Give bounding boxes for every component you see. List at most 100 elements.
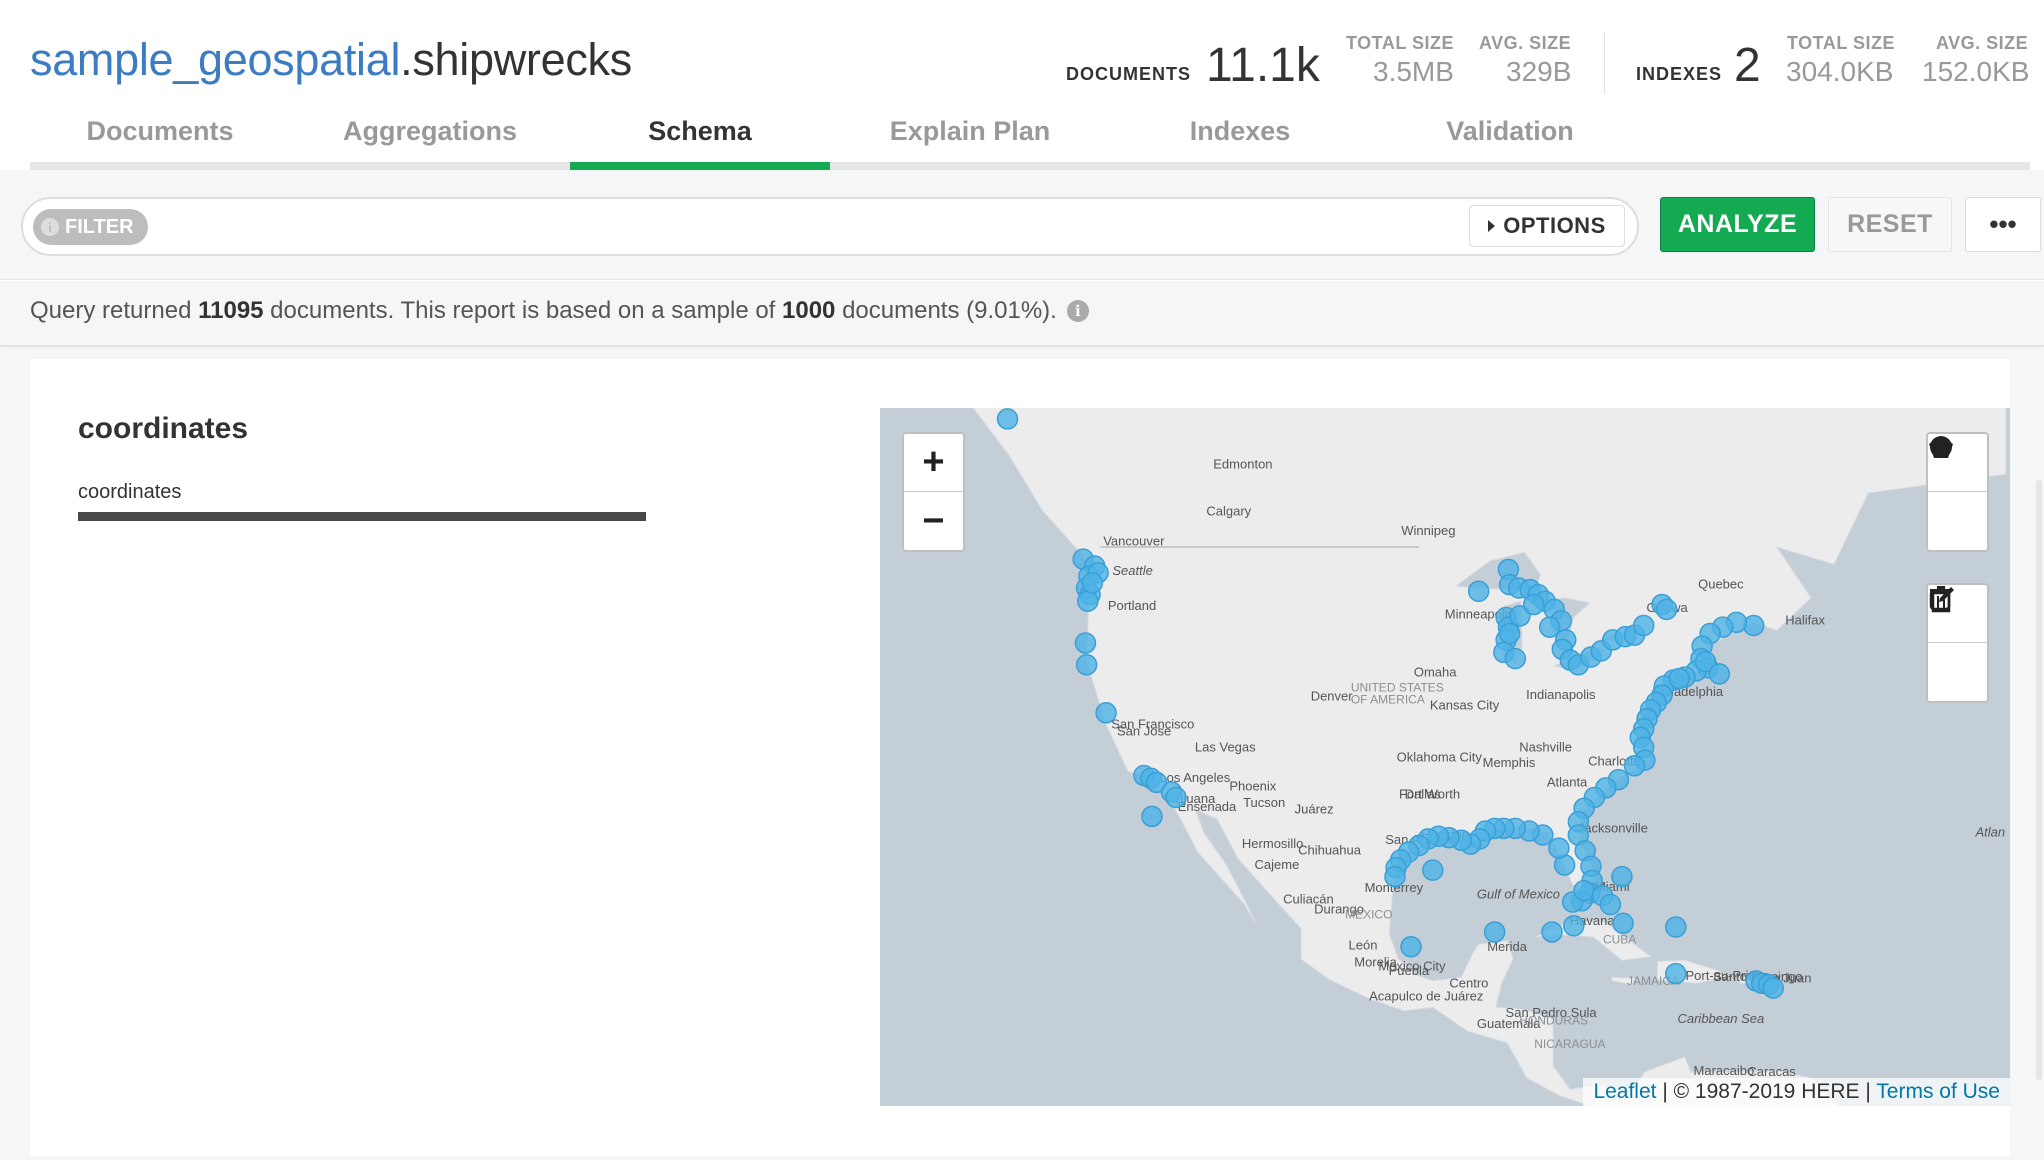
- map-place-label: Kansas City: [1430, 697, 1500, 712]
- leaflet-link[interactable]: Leaflet: [1593, 1080, 1656, 1103]
- scrollbar[interactable]: [2036, 480, 2042, 1080]
- shipwreck-marker: [1522, 593, 1545, 616]
- shipwreck-marker: [1141, 805, 1163, 828]
- reset-button[interactable]: RESET: [1828, 197, 1952, 252]
- map-place-label: NICARAGUA: [1534, 1037, 1605, 1051]
- shipwreck-marker: [1611, 865, 1633, 888]
- sample-count: 1000: [782, 297, 836, 324]
- indexes-label: INDEXES: [1636, 64, 1723, 84]
- shipwreck-marker: [1665, 916, 1687, 938]
- query-info-text: Query returned 11095 documents. This rep…: [30, 297, 1089, 325]
- indexes-total-size-label: TOTAL SIZE: [1787, 33, 1896, 53]
- shipwreck-marker: [1081, 572, 1104, 594]
- zoom-out-button[interactable]: −: [904, 492, 963, 550]
- map-place-label: Indianapolis: [1526, 687, 1596, 702]
- documents-avg-size-label: AVG. SIZE: [1479, 33, 1572, 53]
- shipwreck-marker: [1612, 912, 1634, 935]
- map-place-label: Quebec: [1698, 577, 1744, 592]
- options-label: OPTIONS: [1503, 213, 1606, 238]
- stats-divider: [1604, 32, 1605, 94]
- map-place-label: HONDURAS: [1519, 1013, 1588, 1027]
- map-canvas[interactable]: Edmonton Calgary Winnipeg Vancouver Seattle P…: [880, 408, 2010, 1106]
- field-type-bar[interactable]: [78, 512, 646, 521]
- edit-toolbar: [1926, 583, 1989, 703]
- collection-name: .shipwrecks: [400, 34, 632, 85]
- map-place-label: MEXICO: [1345, 908, 1392, 922]
- map-place-label: Chihuahua: [1298, 843, 1362, 858]
- map-attribution: Leaflet | © 1987-2019 HERE | Terms of Us…: [1583, 1078, 2010, 1106]
- map-place-label: Atlanta: [1547, 774, 1588, 789]
- more-options-button[interactable]: •••: [1965, 197, 2041, 252]
- tab-explain-plan[interactable]: Explain Plan: [840, 116, 1100, 147]
- map-place-label: Nashville: [1519, 739, 1572, 754]
- tab-validation[interactable]: Validation: [1380, 116, 1640, 147]
- shipwreck-marker: [1541, 921, 1563, 943]
- map-place-label: Seattle: [1112, 563, 1152, 578]
- info-icon[interactable]: i: [1066, 300, 1089, 322]
- zoom-in-button[interactable]: +: [904, 434, 963, 492]
- shipwreck-marker: [1075, 654, 1098, 676]
- shipwreck-marker: [1095, 702, 1117, 724]
- shipwreck-marker: [1483, 921, 1506, 943]
- active-tab-indicator: [570, 162, 830, 170]
- zoom-control: + −: [902, 432, 965, 552]
- documents-total-size-label: TOTAL SIZE: [1346, 33, 1455, 53]
- indexes-avg-size-label: AVG. SIZE: [1936, 33, 2029, 53]
- filter-label-pill: i FILTER: [33, 209, 148, 245]
- shipwreck-marker: [1665, 962, 1687, 985]
- map-place-label: León: [1349, 938, 1378, 953]
- database-name[interactable]: sample_geospatial: [30, 34, 400, 85]
- tab-documents[interactable]: Documents: [30, 116, 290, 147]
- delete-layers-button[interactable]: [1928, 586, 1987, 701]
- map-place-label: Puebla: [1389, 963, 1430, 978]
- shipwreck-marker: [1504, 647, 1527, 670]
- query-prefix: Query returned: [30, 297, 199, 324]
- shipwreck-marker: [1467, 580, 1490, 603]
- indexes-total-size: 304.0KB: [1786, 56, 1894, 87]
- shipwreck-marker: [1708, 663, 1731, 685]
- draw-circle-button[interactable]: [1928, 436, 1987, 550]
- shipwreck-marker: [1400, 936, 1422, 958]
- map-place-label: Phoenix: [1229, 779, 1276, 794]
- query-suffix: documents (9.01%).: [835, 297, 1057, 324]
- returned-count: 11095: [198, 297, 264, 324]
- shipwreck-marker: [1074, 632, 1097, 654]
- indexes-count: 2: [1734, 39, 1761, 92]
- map-place-label: Denver: [1311, 689, 1354, 704]
- tab-bar: [30, 162, 2030, 170]
- draw-toolbar: [1926, 432, 1989, 552]
- tab-schema[interactable]: Schema: [570, 116, 830, 147]
- options-button[interactable]: OPTIONS: [1469, 205, 1625, 247]
- filter-input[interactable]: [21, 197, 1639, 256]
- info-icon: i: [41, 218, 59, 236]
- map-place-label: Atlan: [1975, 824, 2006, 839]
- terms-of-use-link[interactable]: Terms of Use: [1876, 1080, 2000, 1103]
- shipwreck-marker: [996, 408, 1019, 430]
- analyze-button[interactable]: ANALYZE: [1660, 197, 1815, 252]
- shipwreck-marker: [1165, 786, 1187, 809]
- map-place-label: Acapulco de Juárez: [1369, 988, 1483, 1003]
- shipwreck-marker: [1548, 837, 1570, 859]
- map-place-label: Calgary: [1206, 503, 1251, 518]
- map-place-label: OF AMERICA: [1351, 693, 1425, 707]
- shipwreck-marker: [1563, 915, 1585, 937]
- shipwreck-marker: [1573, 879, 1595, 902]
- field-type-label: coordinates: [78, 481, 182, 503]
- map-place-label: Edmonton: [1213, 457, 1272, 472]
- map-place-label: Vancouver: [1103, 534, 1165, 549]
- shipwreck-marker: [1077, 590, 1099, 612]
- map-place-label: Las Vegas: [1195, 739, 1256, 754]
- filter-label: FILTER: [65, 215, 134, 238]
- documents-label: DOCUMENTS: [1066, 64, 1191, 84]
- tab-aggregations[interactable]: Aggregations: [300, 116, 560, 147]
- shipwreck-marker: [1762, 977, 1784, 999]
- collection-title: sample_geospatial.shipwrecks: [30, 34, 632, 86]
- shipwreck-marker: [1422, 859, 1444, 881]
- geo-map[interactable]: Edmonton Calgary Winnipeg Vancouver Seattle P…: [880, 408, 2010, 1106]
- copyright-text: | © 1987-2019 HERE |: [1656, 1080, 1877, 1103]
- map-place-label: San Jose: [1117, 724, 1171, 739]
- indexes-avg-size: 152.0KB: [1922, 56, 2030, 87]
- shipwreck-marker: [1623, 754, 1646, 777]
- tab-indexes[interactable]: Indexes: [1110, 116, 1370, 147]
- map-place-label: Caribbean Sea: [1677, 1011, 1764, 1026]
